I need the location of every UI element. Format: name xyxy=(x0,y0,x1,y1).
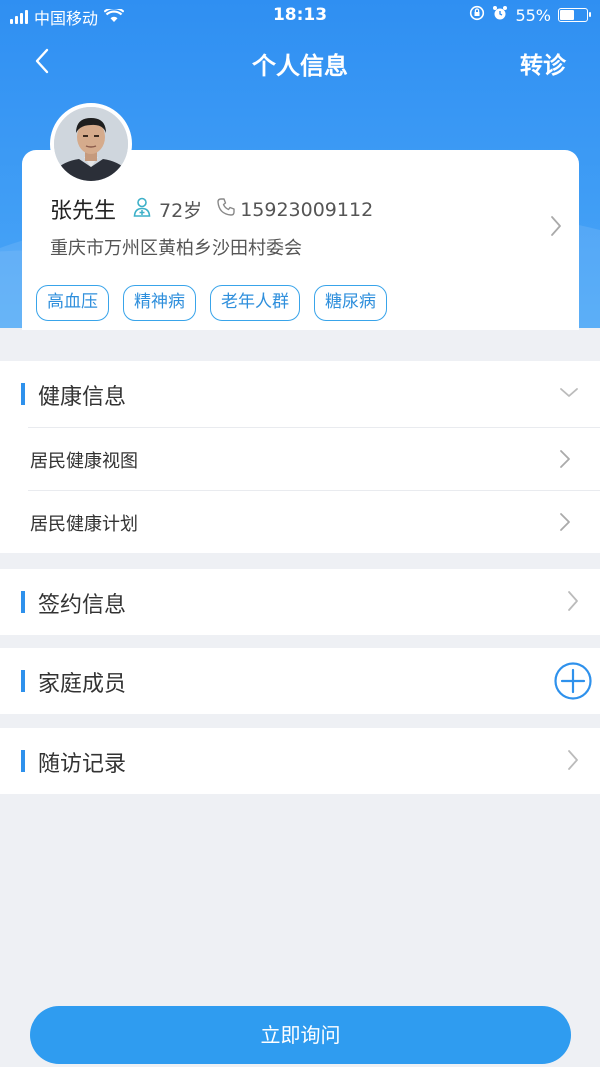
section-accent-bar xyxy=(21,591,25,613)
battery-percent: 55% xyxy=(515,5,551,25)
chevron-right-icon[interactable] xyxy=(549,214,563,242)
health-section-header[interactable]: 健康信息 xyxy=(0,361,600,427)
health-plan-item[interactable]: 居民健康计划 xyxy=(28,490,600,553)
followup-section-title: 随访记录 xyxy=(38,752,127,777)
tag: 糖尿病 xyxy=(314,285,387,321)
contract-section-header[interactable]: 签约信息 xyxy=(0,569,600,635)
plus-circle-icon xyxy=(554,662,592,700)
phone-icon xyxy=(216,197,236,222)
profile-phone[interactable]: 15923009112 xyxy=(240,199,373,221)
family-section: 家庭成员 xyxy=(0,648,600,714)
chevron-down-icon[interactable] xyxy=(558,381,580,407)
family-section-title: 家庭成员 xyxy=(38,672,127,697)
health-section-title: 健康信息 xyxy=(38,385,127,410)
tag: 老年人群 xyxy=(210,285,300,321)
section-accent-bar xyxy=(21,383,25,405)
contract-section-title: 签约信息 xyxy=(38,593,127,618)
section-accent-bar xyxy=(21,670,25,692)
family-section-header: 家庭成员 xyxy=(0,648,600,714)
rotation-lock-icon xyxy=(469,5,485,25)
person-photo-icon xyxy=(54,107,128,181)
doctor-icon xyxy=(133,197,151,222)
add-member-button[interactable] xyxy=(553,661,593,705)
page-title: 个人信息 xyxy=(252,52,348,80)
profile-meta: 72岁 15923009112 xyxy=(133,196,373,223)
navigation-bar: 个人信息 转诊 xyxy=(0,36,600,86)
chevron-right-icon xyxy=(558,448,572,474)
battery-icon xyxy=(558,8,591,22)
followup-section[interactable]: 随访记录 xyxy=(0,728,600,794)
tag-list: 高血压 精神病 老年人群 糖尿病 xyxy=(36,285,387,321)
status-bar-right: 55% xyxy=(469,5,591,25)
health-plan-label: 居民健康计划 xyxy=(30,514,138,535)
health-section: 健康信息 居民健康视图 居民健康计划 xyxy=(0,361,600,553)
battery-level xyxy=(560,10,574,20)
chevron-right-icon xyxy=(558,511,572,537)
chevron-right-icon xyxy=(566,748,580,776)
avatar xyxy=(50,103,132,185)
contract-section[interactable]: 签约信息 xyxy=(0,569,600,635)
chevron-right-icon xyxy=(566,589,580,617)
health-view-label: 居民健康视图 xyxy=(30,451,138,472)
profile-age: 72岁 xyxy=(159,200,203,222)
tag: 高血压 xyxy=(36,285,109,321)
section-accent-bar xyxy=(21,750,25,772)
status-bar: 中国移动 18:13 55% xyxy=(0,0,600,30)
health-view-item[interactable]: 居民健康视图 xyxy=(28,427,600,490)
tag: 精神病 xyxy=(123,285,196,321)
transfer-button[interactable]: 转诊 xyxy=(520,46,566,80)
followup-section-header[interactable]: 随访记录 xyxy=(0,728,600,794)
profile-name: 张先生 xyxy=(50,199,117,224)
ask-now-button[interactable]: 立即询问 xyxy=(30,1006,571,1064)
alarm-icon xyxy=(492,5,508,25)
profile-address: 重庆市万州区黄柏乡沙田村委会 xyxy=(50,238,302,259)
